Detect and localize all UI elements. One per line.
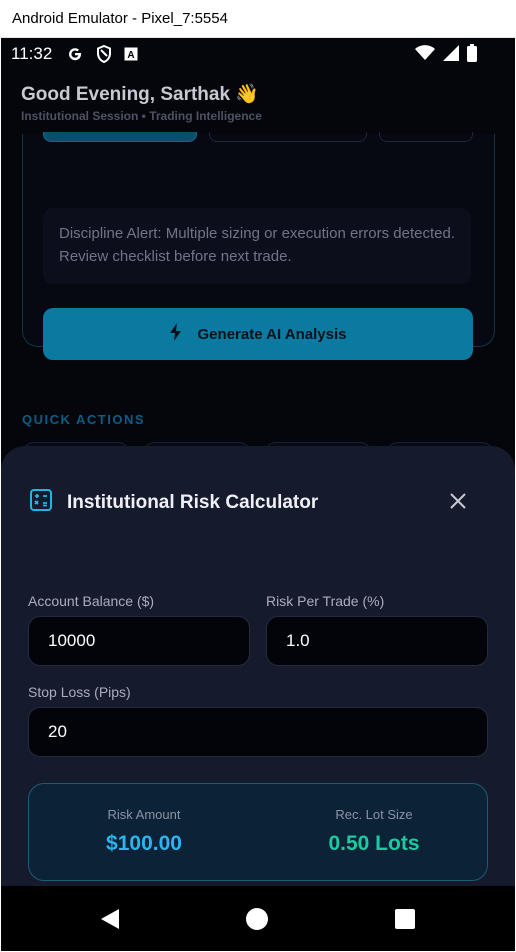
header: Good Evening, Sarthak 👋 Institutional Se… [21, 82, 262, 123]
home-icon[interactable] [246, 908, 268, 935]
close-icon[interactable] [447, 490, 469, 517]
session-subtitle: Institutional Session • Trading Intellig… [21, 109, 262, 123]
status-right-icons [415, 44, 477, 67]
risk-percent-field[interactable]: 1.0 [266, 616, 488, 666]
lightning-icon [169, 323, 182, 345]
window-title: Android Emulator - Pixel_7:5554 [0, 0, 516, 38]
balance-label: Account Balance ($) [28, 593, 155, 609]
risk-amount-label: Risk Amount [107, 807, 181, 822]
svg-text:A: A [128, 50, 135, 61]
battery-icon [467, 44, 477, 67]
sheet-title: Institutional Risk Calculator [67, 492, 319, 513]
card-tab-active[interactable] [43, 132, 197, 142]
google-icon [66, 45, 84, 63]
card-tab[interactable] [209, 132, 367, 142]
generate-label: Generate AI Analysis [197, 325, 347, 343]
generate-ai-analysis-button[interactable]: Generate AI Analysis [43, 308, 473, 360]
status-bar: 11:32 A [1, 38, 515, 70]
shield-icon [96, 45, 112, 63]
android-nav-bar [1, 886, 515, 951]
keyboard-a-icon: A [124, 47, 138, 61]
wifi-icon [415, 45, 435, 66]
risk-label: Risk Per Trade (%) [266, 593, 385, 609]
lot-size-label: Rec. Lot Size [335, 807, 413, 822]
calculator-icon [29, 488, 53, 517]
greeting-title: Good Evening, Sarthak 👋 [21, 84, 259, 105]
phone-screen: 11:32 A Good Evening, Sarthak 👋 Institut… [1, 38, 515, 951]
risk-amount-value: $100.00 [106, 832, 182, 855]
discipline-alert: Discipline Alert: Multiple sizing or exe… [43, 208, 471, 284]
recents-icon[interactable] [395, 909, 415, 934]
back-icon[interactable] [100, 908, 120, 935]
risk-calculator-sheet: Institutional Risk Calculator Account Ba… [1, 446, 515, 886]
lot-size-block: Rec. Lot Size 0.50 Lots [259, 784, 489, 882]
result-panel: Risk Amount $100.00 Rec. Lot Size 0.50 L… [28, 783, 488, 881]
stop-loss-field[interactable]: 20 [28, 707, 488, 757]
risk-amount-block: Risk Amount $100.00 [29, 784, 259, 882]
lot-size-value: 0.50 Lots [328, 832, 420, 855]
signal-icon [443, 45, 459, 66]
stop-loss-label: Stop Loss (Pips) [28, 684, 131, 700]
status-time: 11:32 [11, 44, 53, 63]
balance-field[interactable]: 10000 [28, 616, 250, 666]
quick-actions-title: QUICK ACTIONS [22, 412, 146, 427]
card-tab[interactable] [379, 132, 473, 142]
